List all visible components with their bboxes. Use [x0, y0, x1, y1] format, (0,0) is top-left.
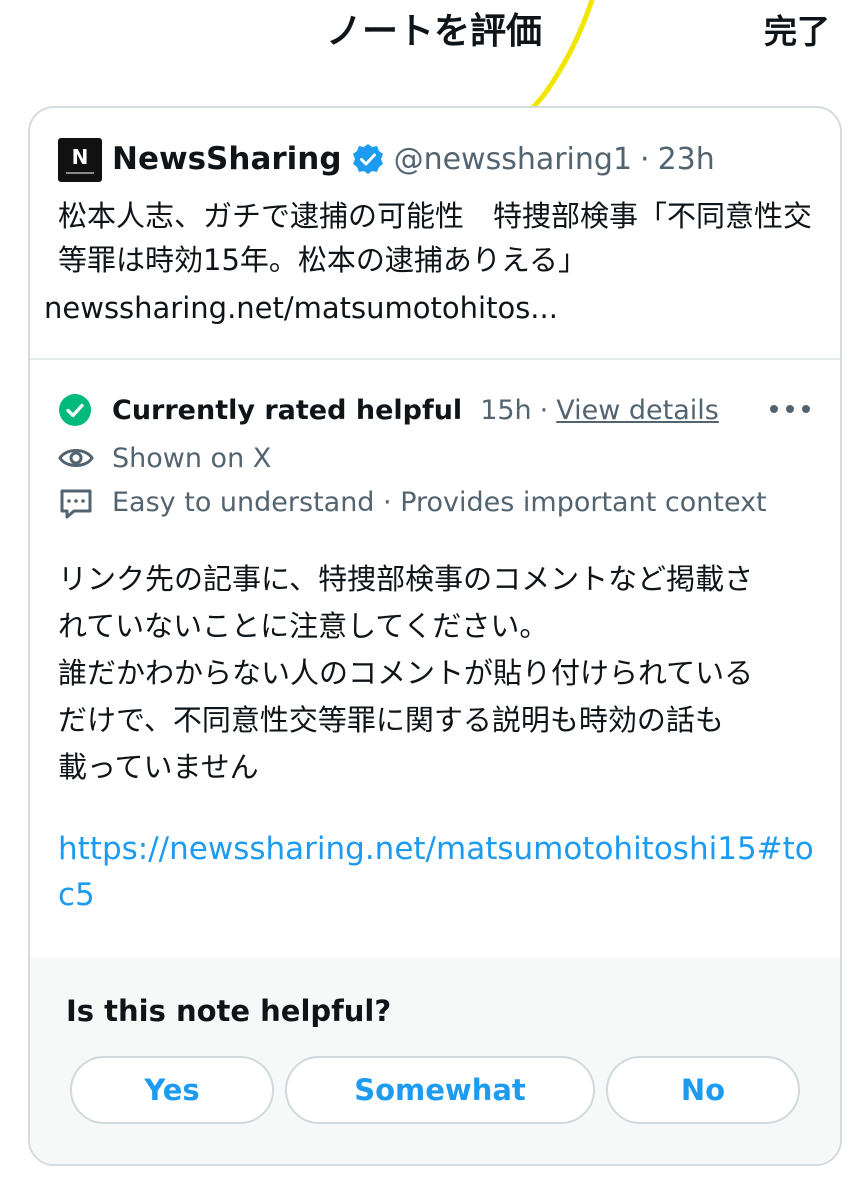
note-source-link[interactable]: https://newssharing.net/matsumotohitoshi… — [58, 826, 818, 918]
tags-label: Easy to understand · Provides important … — [112, 486, 767, 518]
rating-panel: Is this note helpful? Yes Somewhat No — [30, 958, 840, 1164]
post-header: NewsSharing @newssharing1 · 23h — [112, 136, 715, 182]
note-line: れていないことに注意してください。 — [58, 609, 549, 643]
note-status: Currently rated helpful 15h · View detai… — [58, 390, 719, 430]
avatar[interactable]: N — [58, 138, 102, 182]
avatar-caption-line — [66, 172, 94, 174]
shown-on-x-row: Shown on X — [58, 438, 271, 478]
view-details-link[interactable]: View details — [556, 395, 719, 426]
status-label: Currently rated helpful — [112, 394, 463, 426]
no-button[interactable]: No — [606, 1056, 800, 1124]
check-circle-icon — [59, 394, 91, 426]
note-text: リンク先の記事に、特捜部検事のコメントなど掲載さ れていないことに注意してくださ… — [58, 556, 818, 791]
note-time: 15h — [480, 394, 532, 426]
done-button[interactable]: 完了 — [764, 10, 830, 54]
quoted-post[interactable]: N NewsSharing @newssharing1 · 23h 松本人志、ガ… — [30, 108, 840, 360]
post-time: 23h — [657, 141, 715, 177]
note-card: N NewsSharing @newssharing1 · 23h 松本人志、ガ… — [28, 106, 842, 1166]
rating-question: Is this note helpful? — [66, 994, 392, 1028]
comment-icon — [60, 489, 92, 519]
separator-dot: · — [539, 394, 549, 426]
post-link[interactable]: newssharing.net/matsumotohitos... — [44, 286, 824, 330]
note-line: リンク先の記事に、特捜部検事のコメントなど掲載さ — [58, 562, 754, 596]
post-text: 松本人志、ガチで逮捕の可能性 特捜部検事「不同意性交等罪は時効15年。松本の逮捕… — [58, 199, 813, 277]
page-title: ノートを評価 — [325, 11, 542, 52]
avatar-letter: N — [71, 145, 89, 169]
note-line: 載っていません — [58, 750, 259, 784]
eye-icon — [58, 449, 94, 467]
verified-badge-icon — [352, 144, 383, 174]
somewhat-button[interactable]: Somewhat — [285, 1056, 595, 1124]
separator-dot: · — [640, 141, 650, 177]
highlighter-scribble — [527, 0, 595, 113]
more-options-icon[interactable] — [770, 394, 810, 424]
note-line: 誰だかわからない人のコメントが貼り付けられている — [58, 656, 754, 690]
yes-button[interactable]: Yes — [70, 1056, 274, 1124]
author-name[interactable]: NewsSharing — [112, 141, 342, 177]
note-tags-row: Easy to understand · Provides important … — [58, 482, 767, 522]
note-line: だけで、不同意性交等罪に関する説明も時効の話も — [58, 703, 724, 737]
author-handle[interactable]: @newssharing1 — [394, 142, 632, 177]
shown-label: Shown on X — [112, 442, 272, 474]
